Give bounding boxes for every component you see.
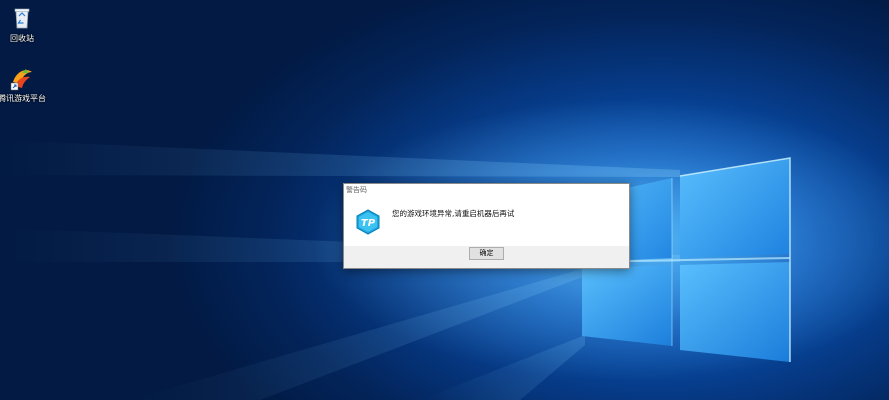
desktop-icon-label: 腾讯游戏平台 xyxy=(0,94,46,103)
windows-logo-pane-bl xyxy=(582,265,672,346)
dialog-body xyxy=(344,197,629,248)
dialog-title: 警告码 xyxy=(344,184,629,197)
recycle-bin-icon xyxy=(8,4,36,32)
desktop-icon-recycle-bin[interactable]: 回收站 xyxy=(0,4,48,44)
dialog-message: 您的游戏环境异常,请重启机器后再试 xyxy=(392,209,515,218)
windows-logo-pane-tr xyxy=(680,158,790,258)
windows-logo-pane-br xyxy=(680,262,790,362)
warning-dialog: 警告码 TP 您的游戏环境异常,请重启机器后再试 确定 xyxy=(343,183,630,269)
desktop-icon-tencent-game-platform[interactable]: 腾讯游戏平台 xyxy=(0,64,48,104)
ok-button[interactable]: 确定 xyxy=(469,247,504,260)
tgp-logo-icon: TP xyxy=(355,209,381,235)
desktop-icon-label: 回收站 xyxy=(10,34,34,43)
svg-text:TP: TP xyxy=(361,218,376,229)
tencent-game-platform-icon xyxy=(8,64,36,92)
